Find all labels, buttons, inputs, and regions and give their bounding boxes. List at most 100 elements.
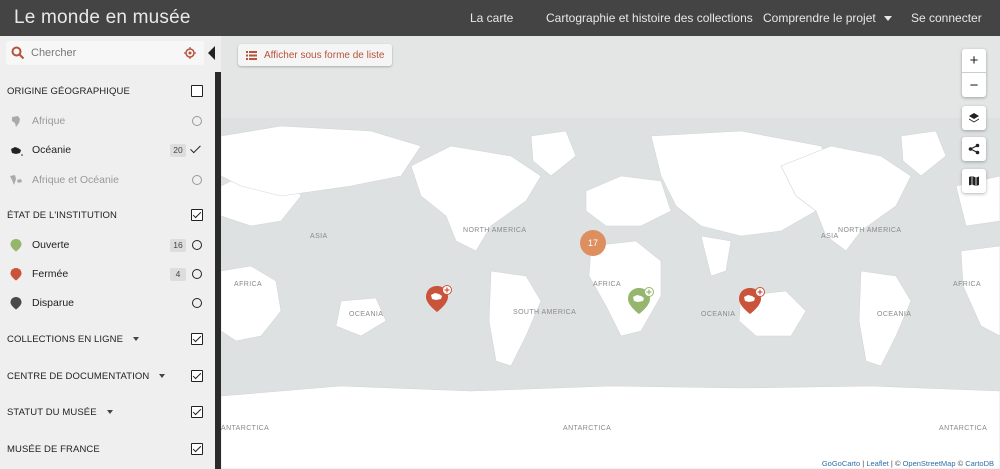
attribution-carto-link[interactable]: CartoDB (965, 459, 994, 468)
australia-icon (11, 147, 23, 156)
statut-checkbox[interactable] (191, 406, 203, 418)
filter-item-label: Ouverte (32, 239, 70, 251)
map-pin-icon (10, 239, 22, 252)
map-label-oceania-3: OCEANIA (877, 311, 911, 318)
nav-cartographie[interactable]: Cartographie et histoire des collections (546, 11, 753, 25)
marker-cluster[interactable]: 17 (580, 230, 606, 256)
afrique-radio[interactable] (192, 116, 202, 126)
map-label-africa-2: AFRICA (593, 281, 621, 288)
nav-la-carte[interactable]: La carte (470, 11, 513, 25)
chevron-down-icon[interactable] (159, 374, 166, 378)
layers-button[interactable] (962, 106, 986, 130)
ouverte-radio[interactable] (192, 240, 202, 250)
search-icon (11, 46, 25, 60)
filter-item-label: Fermée (32, 268, 69, 280)
top-navbar: Le monde en musée La carte Cartographie … (0, 0, 1000, 36)
map-label-asia: ASIA (310, 233, 328, 240)
map-label-north-america-2: NORTH AMERICA (838, 227, 901, 234)
map-attribution: GoGoCarto | Leaflet | © OpenStreetMap © … (819, 459, 996, 468)
documentation-checkbox[interactable] (191, 370, 203, 382)
zoom-out-button[interactable]: − (962, 73, 986, 97)
filter-centre-documentation[interactable]: CENTRE DE DOCUMENTATION (0, 365, 215, 387)
filter-etat-title: ÉTAT DE L'INSTITUTION (7, 209, 118, 221)
search-bar[interactable]: Chercher (6, 41, 204, 65)
filter-item-label: Afrique et Océanie (32, 174, 119, 186)
map-label-oceania-2: OCEANIA (701, 311, 735, 318)
africa-icon (12, 116, 20, 127)
map-label-north-america: NORTH AMERICA (463, 227, 526, 234)
map-label-antarctica: ANTARCTICA (221, 425, 269, 432)
nav-comprendre-label: Comprendre le projet (763, 11, 876, 25)
attribution-osm-link[interactable]: OpenStreetMap (903, 459, 956, 468)
filter-statut-musee[interactable]: STATUT DU MUSÉE (0, 401, 215, 423)
afrique-oceanie-radio[interactable] (192, 175, 202, 185)
origine-checkbox[interactable] (191, 85, 203, 97)
map-pin-icon (10, 297, 22, 310)
filter-item-disparue[interactable]: Disparue (0, 292, 215, 314)
filter-title: MUSÉE DE FRANCE (7, 443, 100, 455)
list-view-label: Afficher sous forme de liste (264, 49, 385, 61)
zoom-in-button[interactable]: + (962, 49, 986, 73)
share-icon (968, 143, 980, 155)
layers-icon (969, 113, 979, 123)
africa-oceania-icon (10, 175, 22, 185)
basemap-button[interactable] (962, 169, 986, 193)
list-icon (246, 51, 257, 60)
zoom-control: + − (962, 49, 986, 97)
search-input[interactable]: Chercher (31, 47, 76, 59)
map-label-africa-3: AFRICA (953, 281, 981, 288)
filter-title: CENTRE DE DOCUMENTATION (7, 370, 150, 382)
nav-login[interactable]: Se connecter (911, 11, 982, 25)
map-label-asia-2: ASIA (821, 233, 839, 240)
checkmark-icon[interactable] (190, 142, 201, 154)
share-button[interactable] (962, 137, 986, 161)
map-label-antarctica-2: ANTARCTICA (563, 425, 611, 432)
filter-item-label: Afrique (32, 115, 66, 127)
filter-item-label: Disparue (32, 297, 75, 309)
filter-item-afrique[interactable]: Afrique (0, 110, 215, 132)
attribution-sep: © (955, 459, 966, 468)
filter-origine-title: ORIGINE GÉOGRAPHIQUE (7, 85, 130, 97)
map-label-africa: AFRICA (234, 281, 262, 288)
count-badge: 16 (170, 239, 186, 252)
nav-comprendre-dropdown[interactable]: Comprendre le projet (763, 11, 892, 25)
collapse-sidebar-icon[interactable] (208, 46, 215, 60)
filter-title: COLLECTIONS EN LIGNE (7, 333, 124, 345)
filter-item-fermee[interactable]: Fermée 4 (0, 263, 215, 285)
filter-item-oceanie[interactable]: Océanie 20 (0, 139, 215, 161)
chevron-down-icon[interactable] (133, 337, 140, 341)
attribution-leaflet-link[interactable]: Leaflet (866, 459, 889, 468)
map-label-oceania: OCEANIA (349, 311, 383, 318)
etat-checkbox[interactable] (191, 209, 203, 221)
map-label-antarctica-3: ANTARCTICA (939, 425, 987, 432)
filter-item-label: Océanie (32, 144, 72, 156)
filter-item-afrique-oceanie[interactable]: Afrique et Océanie (0, 169, 215, 191)
marker-fermee-oceania[interactable] (738, 286, 768, 318)
filter-etat-header[interactable]: ÉTAT DE L'INSTITUTION (0, 204, 215, 226)
world-map[interactable]: ASIA AFRICA OCEANIA NORTH AMERICA SOUTH … (221, 36, 1000, 469)
collections-checkbox[interactable] (191, 333, 203, 345)
count-badge: 20 (170, 144, 186, 157)
geolocate-icon[interactable] (184, 47, 196, 59)
marker-fermee-pacific[interactable] (425, 284, 455, 316)
filter-collections-en-ligne[interactable]: COLLECTIONS EN LIGNE (0, 328, 215, 350)
musee-france-checkbox[interactable] (191, 443, 203, 455)
filter-item-ouverte[interactable]: Ouverte 16 (0, 234, 215, 256)
map-tiles[interactable]: ASIA AFRICA OCEANIA NORTH AMERICA SOUTH … (221, 36, 1000, 469)
attribution-gogocarto-link[interactable]: GoGoCarto (822, 459, 860, 468)
attribution-sep: | © (888, 459, 903, 468)
map-pin-icon (10, 268, 22, 281)
list-view-button[interactable]: Afficher sous forme de liste (238, 44, 393, 66)
marker-ouverte-africa[interactable] (627, 286, 657, 318)
count-badge: 4 (170, 268, 186, 281)
filter-musee-de-france[interactable]: MUSÉE DE FRANCE (0, 438, 215, 460)
fermee-radio[interactable] (192, 269, 202, 279)
disparue-radio[interactable] (192, 298, 202, 308)
chevron-down-icon[interactable] (106, 410, 113, 414)
filter-sidebar: Chercher ORIGINE GÉOGRAPHIQUE Afrique Oc… (0, 36, 221, 469)
filter-origine-header[interactable]: ORIGINE GÉOGRAPHIQUE (0, 80, 215, 102)
chevron-down-icon (883, 16, 892, 22)
filter-title: STATUT DU MUSÉE (7, 406, 97, 418)
map-label-south-america: SOUTH AMERICA (513, 309, 576, 316)
brand-title[interactable]: Le monde en musée (14, 7, 191, 29)
